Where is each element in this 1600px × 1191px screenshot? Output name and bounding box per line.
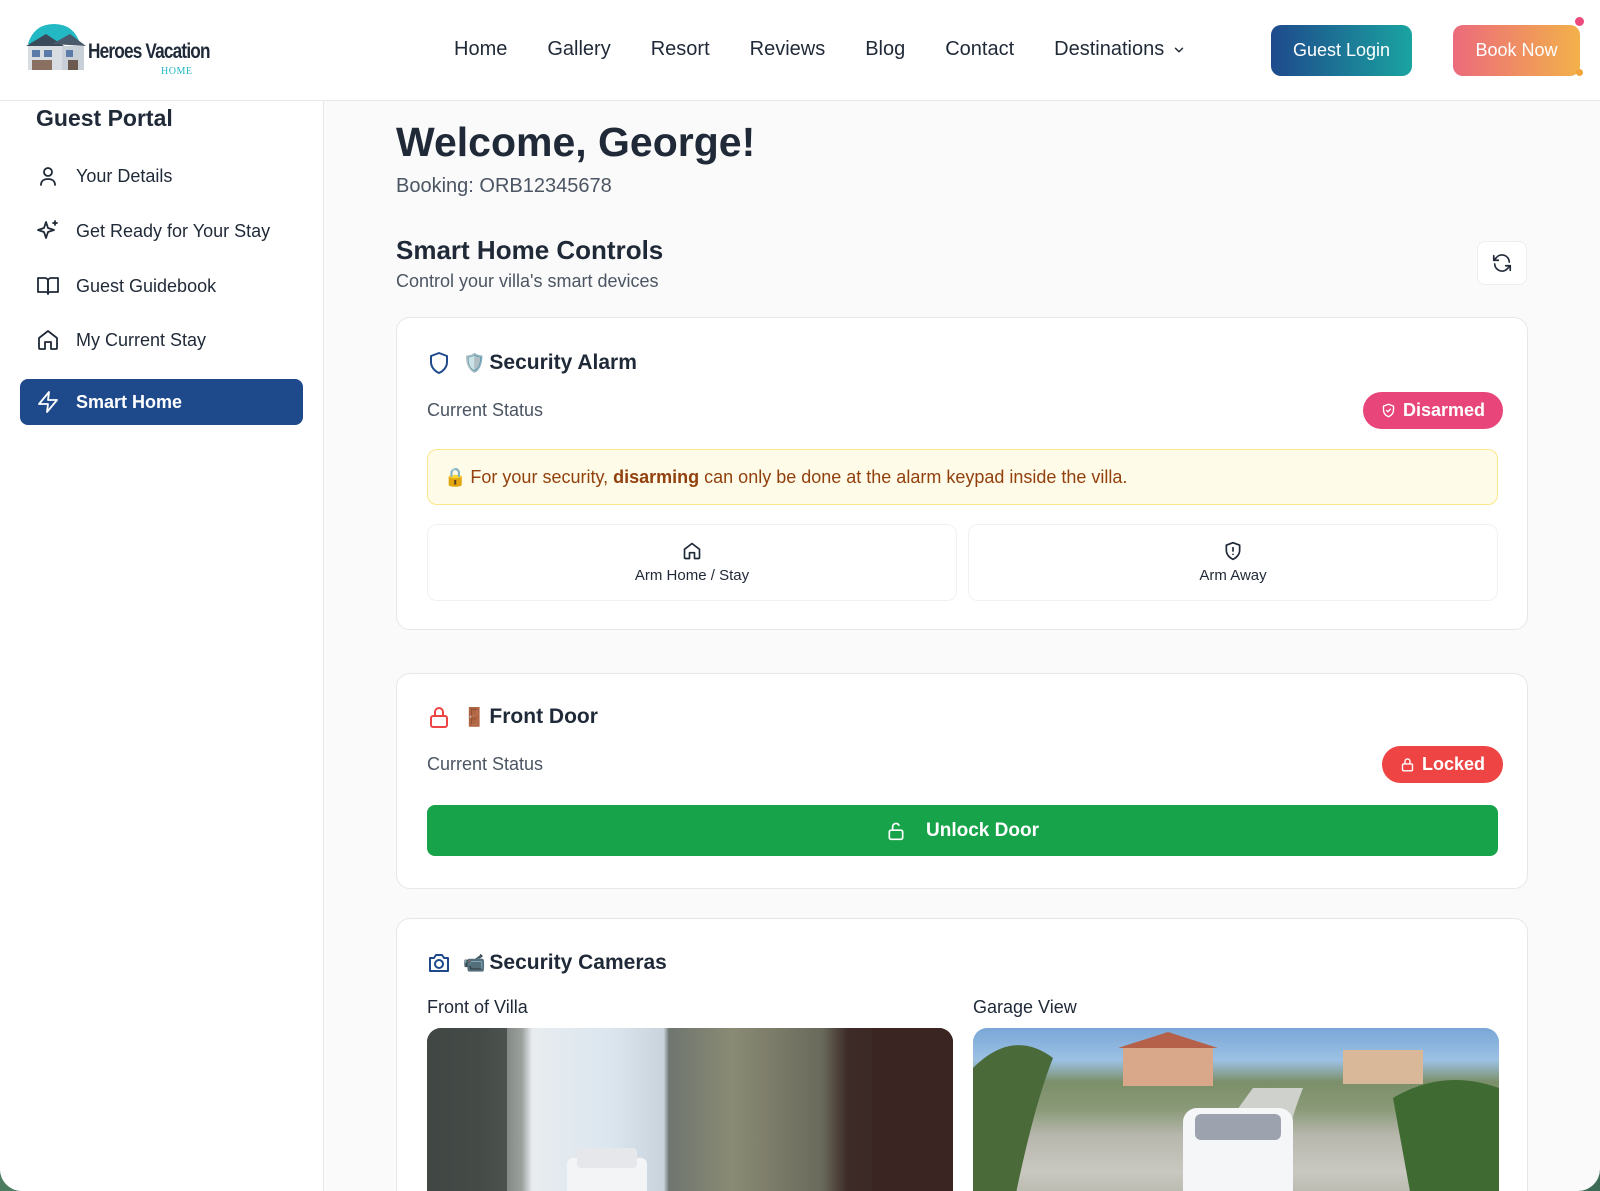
section-title: Smart Home Controls xyxy=(396,235,664,265)
sidebar-item-label: My Current Stay xyxy=(76,329,207,350)
arm-away-label: Arm Away xyxy=(1199,567,1267,584)
chevron-down-icon xyxy=(1175,47,1184,52)
top-header: Heroes Vacation HOME Home Gallery Resort… xyxy=(0,0,1600,101)
main-content: Welcome, George! Booking: ORB12345678 Sm… xyxy=(324,101,1600,1191)
user-icon xyxy=(40,167,56,186)
security-alarm-card: 🛡️ Security Alarm Current Status Disarme… xyxy=(396,317,1528,630)
cameras-title: Security Cameras xyxy=(489,951,667,974)
sidebar-item-label: Guest Guidebook xyxy=(76,275,217,296)
sparkles-icon xyxy=(37,220,58,239)
nav-destinations[interactable]: Destinations xyxy=(1054,38,1186,61)
brand-name: Heroes Vacation xyxy=(88,40,211,63)
nav-destinations-label: Destinations xyxy=(1054,38,1165,60)
security-cameras-card: 📹 Security Cameras Front of Villa Garage… xyxy=(396,918,1528,1191)
sidebar: Guest Portal Your Details Get Ready for … xyxy=(0,101,324,1191)
brand-logo[interactable]: Heroes Vacation HOME xyxy=(24,22,211,82)
sidebar-item-label: Get Ready for Your Stay xyxy=(76,220,271,241)
sidebar-item-get-ready[interactable]: Get Ready for Your Stay xyxy=(20,208,303,254)
lock-emoji-icon: 🔒 xyxy=(444,466,467,487)
door-title: Front Door xyxy=(489,705,598,728)
shield-check-icon xyxy=(1382,403,1395,418)
front-door-card: 🚪 Front Door Current Status Locked Unloc… xyxy=(396,673,1528,889)
door-card-header: 🚪 Front Door xyxy=(427,704,598,730)
app-frame: Heroes Vacation HOME Home Gallery Resort… xyxy=(0,0,1600,1191)
nav-blog[interactable]: Blog xyxy=(865,38,905,61)
camera-label-garage: Garage View xyxy=(973,997,1077,1017)
nav-home[interactable]: Home xyxy=(454,38,507,61)
unlock-icon xyxy=(888,822,904,840)
book-open-icon xyxy=(37,277,59,295)
door-status-badge: Locked xyxy=(1382,746,1504,783)
home-icon xyxy=(38,330,58,350)
brand-sub: HOME xyxy=(161,66,193,77)
nav-reviews[interactable]: Reviews xyxy=(750,38,826,61)
door-status-text: Locked xyxy=(1422,754,1486,774)
door-emoji-icon: 🚪 xyxy=(463,706,486,727)
book-now-button[interactable]: Book Now xyxy=(1453,25,1580,76)
sidebar-item-your-details[interactable]: Your Details xyxy=(20,153,303,199)
camera-label-front: Front of Villa xyxy=(427,997,528,1017)
nav-contact[interactable]: Contact xyxy=(945,38,1014,61)
cameras-card-header: 📹 Security Cameras xyxy=(427,951,667,975)
page-title: Welcome, George! xyxy=(396,119,756,165)
shield-icon xyxy=(430,352,448,374)
portal-title: Guest Portal xyxy=(36,105,173,131)
camera-feed-garage[interactable] xyxy=(973,1028,1499,1191)
refresh-button[interactable] xyxy=(1477,241,1527,285)
alarm-status-text: Disarmed xyxy=(1403,400,1486,420)
alarm-status-badge: Disarmed xyxy=(1363,392,1504,429)
section-subtitle: Control your villa's smart devices xyxy=(396,271,659,291)
sidebar-item-label: Your Details xyxy=(76,165,173,186)
booking-number: Booking: ORB12345678 xyxy=(396,175,612,197)
garage-camera-image xyxy=(973,1032,1499,1191)
sidebar-item-label: Smart Home xyxy=(76,391,183,412)
nav-gallery[interactable]: Gallery xyxy=(547,38,610,61)
lock-icon xyxy=(1401,758,1414,772)
notice-post: can only be done at the alarm keypad ins… xyxy=(704,466,1128,487)
main-nav: Home Gallery Resort Reviews Blog Contact… xyxy=(454,38,1226,61)
notice-bold: disarming xyxy=(613,466,700,487)
unlock-door-label: Unlock Door xyxy=(926,819,1039,841)
camera-icon xyxy=(429,954,449,972)
home-icon xyxy=(683,542,701,560)
shield-alert-icon xyxy=(1225,541,1241,561)
nav-resort[interactable]: Resort xyxy=(651,38,710,61)
alarm-title: Security Alarm xyxy=(489,351,637,374)
sidebar-item-guidebook[interactable]: Guest Guidebook xyxy=(20,263,303,309)
unlock-door-button[interactable]: Unlock Door xyxy=(427,805,1498,856)
sidebar-item-current-stay[interactable]: My Current Stay xyxy=(20,317,303,363)
notice-pre: For your security, xyxy=(470,466,609,487)
camera-feed-front[interactable] xyxy=(427,1028,953,1191)
front-camera-image xyxy=(427,1028,953,1191)
sidebar-item-smart-home[interactable]: Smart Home xyxy=(20,379,303,425)
decor-dot xyxy=(1576,69,1583,76)
decor-dot xyxy=(1575,17,1584,26)
house-logo-icon xyxy=(26,24,86,70)
alarm-card-header: 🛡️ Security Alarm xyxy=(427,350,637,376)
video-camera-emoji-icon: 📹 xyxy=(463,952,486,973)
door-status-label: Current Status xyxy=(427,754,544,774)
lightning-icon xyxy=(38,391,58,413)
arm-home-label: Arm Home / Stay xyxy=(634,567,750,584)
lock-icon xyxy=(430,707,448,728)
guest-login-button[interactable]: Guest Login xyxy=(1271,25,1412,76)
alarm-status-label: Current Status xyxy=(427,400,544,420)
arm-home-button[interactable]: Arm Home / Stay xyxy=(427,524,957,601)
arm-away-button[interactable]: Arm Away xyxy=(968,524,1498,601)
disarm-notice: 🔒 For your security, disarming can only … xyxy=(427,449,1498,505)
refresh-icon xyxy=(1492,254,1512,272)
shield-emoji-icon: 🛡️ xyxy=(463,352,486,373)
